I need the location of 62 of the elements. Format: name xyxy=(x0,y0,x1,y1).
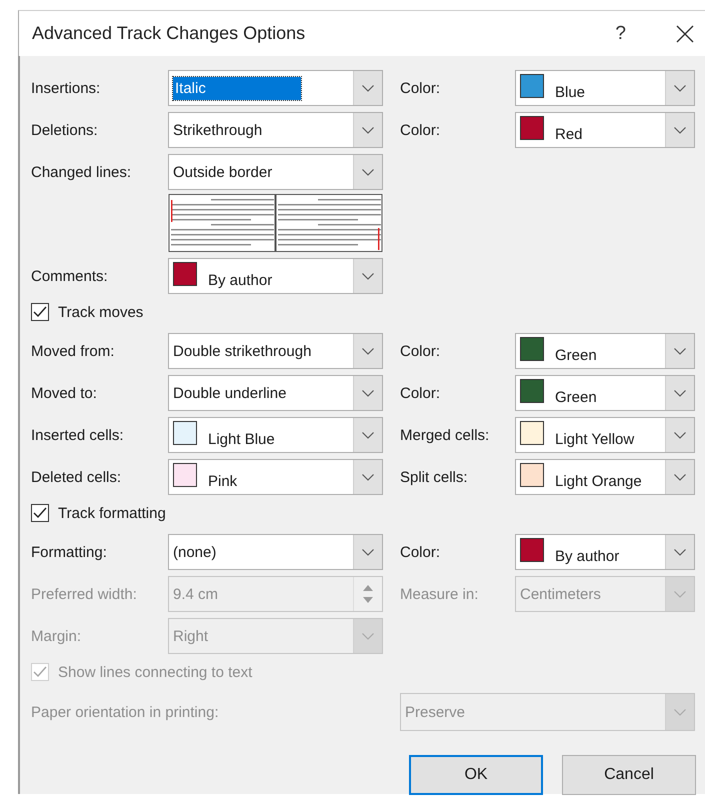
field-label: Deleted cells: xyxy=(31,468,122,486)
field-label: Merged cells: xyxy=(400,426,490,444)
checkbox-label: Track moves xyxy=(58,304,144,320)
dropdown[interactable]: Light Yellow xyxy=(515,417,695,453)
dropdown[interactable]: Double underline xyxy=(168,375,383,411)
field-label: Changed lines: xyxy=(31,164,132,180)
field-label: Comments: xyxy=(31,268,109,284)
field-label: Color: xyxy=(400,384,442,402)
field-label: Moved to: xyxy=(31,384,98,402)
help-button[interactable]: ? xyxy=(611,22,630,44)
dropdown[interactable]: Green xyxy=(515,375,695,411)
chevron-down-icon[interactable] xyxy=(674,474,686,480)
dropdown[interactable]: Outside border xyxy=(168,154,383,190)
dropdown[interactable]: Double strikethrough xyxy=(168,333,383,369)
field-label: Inserted cells: xyxy=(31,426,125,444)
chevron-down-icon[interactable] xyxy=(362,168,374,176)
dropdown[interactable]: By author xyxy=(168,258,383,294)
chevron-down-icon[interactable] xyxy=(674,432,686,438)
field-label: Insertions: xyxy=(31,80,102,96)
chevron-down-icon[interactable] xyxy=(362,348,374,354)
chevron-down-icon[interactable] xyxy=(362,84,374,92)
ok-button[interactable]: OK xyxy=(409,755,543,795)
field-label: Moved from: xyxy=(31,342,116,360)
window-title: Advanced Track Changes Options xyxy=(32,23,306,44)
chevron-down-icon[interactable] xyxy=(362,390,374,396)
checkbox[interactable] xyxy=(31,504,49,522)
field-label: Paper orientation in printing: xyxy=(31,704,220,720)
dropdown[interactable]: Blue xyxy=(515,70,695,106)
dropdown[interactable]: Red xyxy=(515,112,695,148)
dropdown[interactable]: Light Orange xyxy=(515,459,695,495)
chevron-down-icon[interactable] xyxy=(362,548,374,556)
field-label: Color: xyxy=(400,342,442,360)
chevron-down-icon[interactable] xyxy=(674,84,686,92)
field-label: Margin: xyxy=(31,628,82,644)
chevron-down-icon[interactable] xyxy=(362,474,374,480)
close-button[interactable] xyxy=(676,24,694,42)
dropdown[interactable]: Light Blue xyxy=(168,417,383,453)
dropdown[interactable]: Pink xyxy=(168,459,383,495)
field-label: Color: xyxy=(400,122,442,138)
checkbox-label: Track formatting xyxy=(58,504,166,522)
chevron-down-icon[interactable] xyxy=(674,548,686,556)
chevron-down-icon[interactable] xyxy=(674,348,686,354)
field-label: Color: xyxy=(400,80,442,96)
dropdown[interactable]: Green xyxy=(515,333,695,369)
field-label: Measure in: xyxy=(400,586,480,602)
dropdown[interactable]: By author xyxy=(515,534,695,570)
field-label: Deletions: xyxy=(31,122,99,138)
field-label: Split cells: xyxy=(400,468,469,486)
dropdown[interactable]: Italic xyxy=(168,70,383,106)
cancel-button[interactable]: Cancel xyxy=(562,755,696,795)
chevron-down-icon[interactable] xyxy=(362,126,374,134)
field-label: Color: xyxy=(400,544,442,560)
checkbox[interactable] xyxy=(31,303,49,321)
field-label: Formatting: xyxy=(31,544,108,560)
chevron-down-icon[interactable] xyxy=(674,390,686,396)
checkbox-label: Show lines connecting to text xyxy=(58,664,252,680)
chevron-down-icon[interactable] xyxy=(674,126,686,134)
chevron-down-icon[interactable] xyxy=(362,272,374,280)
dropdown[interactable]: (none) xyxy=(168,534,383,570)
field-label: Preferred width: xyxy=(31,586,138,602)
chevron-down-icon[interactable] xyxy=(362,432,374,438)
dropdown[interactable]: Strikethrough xyxy=(168,112,383,148)
